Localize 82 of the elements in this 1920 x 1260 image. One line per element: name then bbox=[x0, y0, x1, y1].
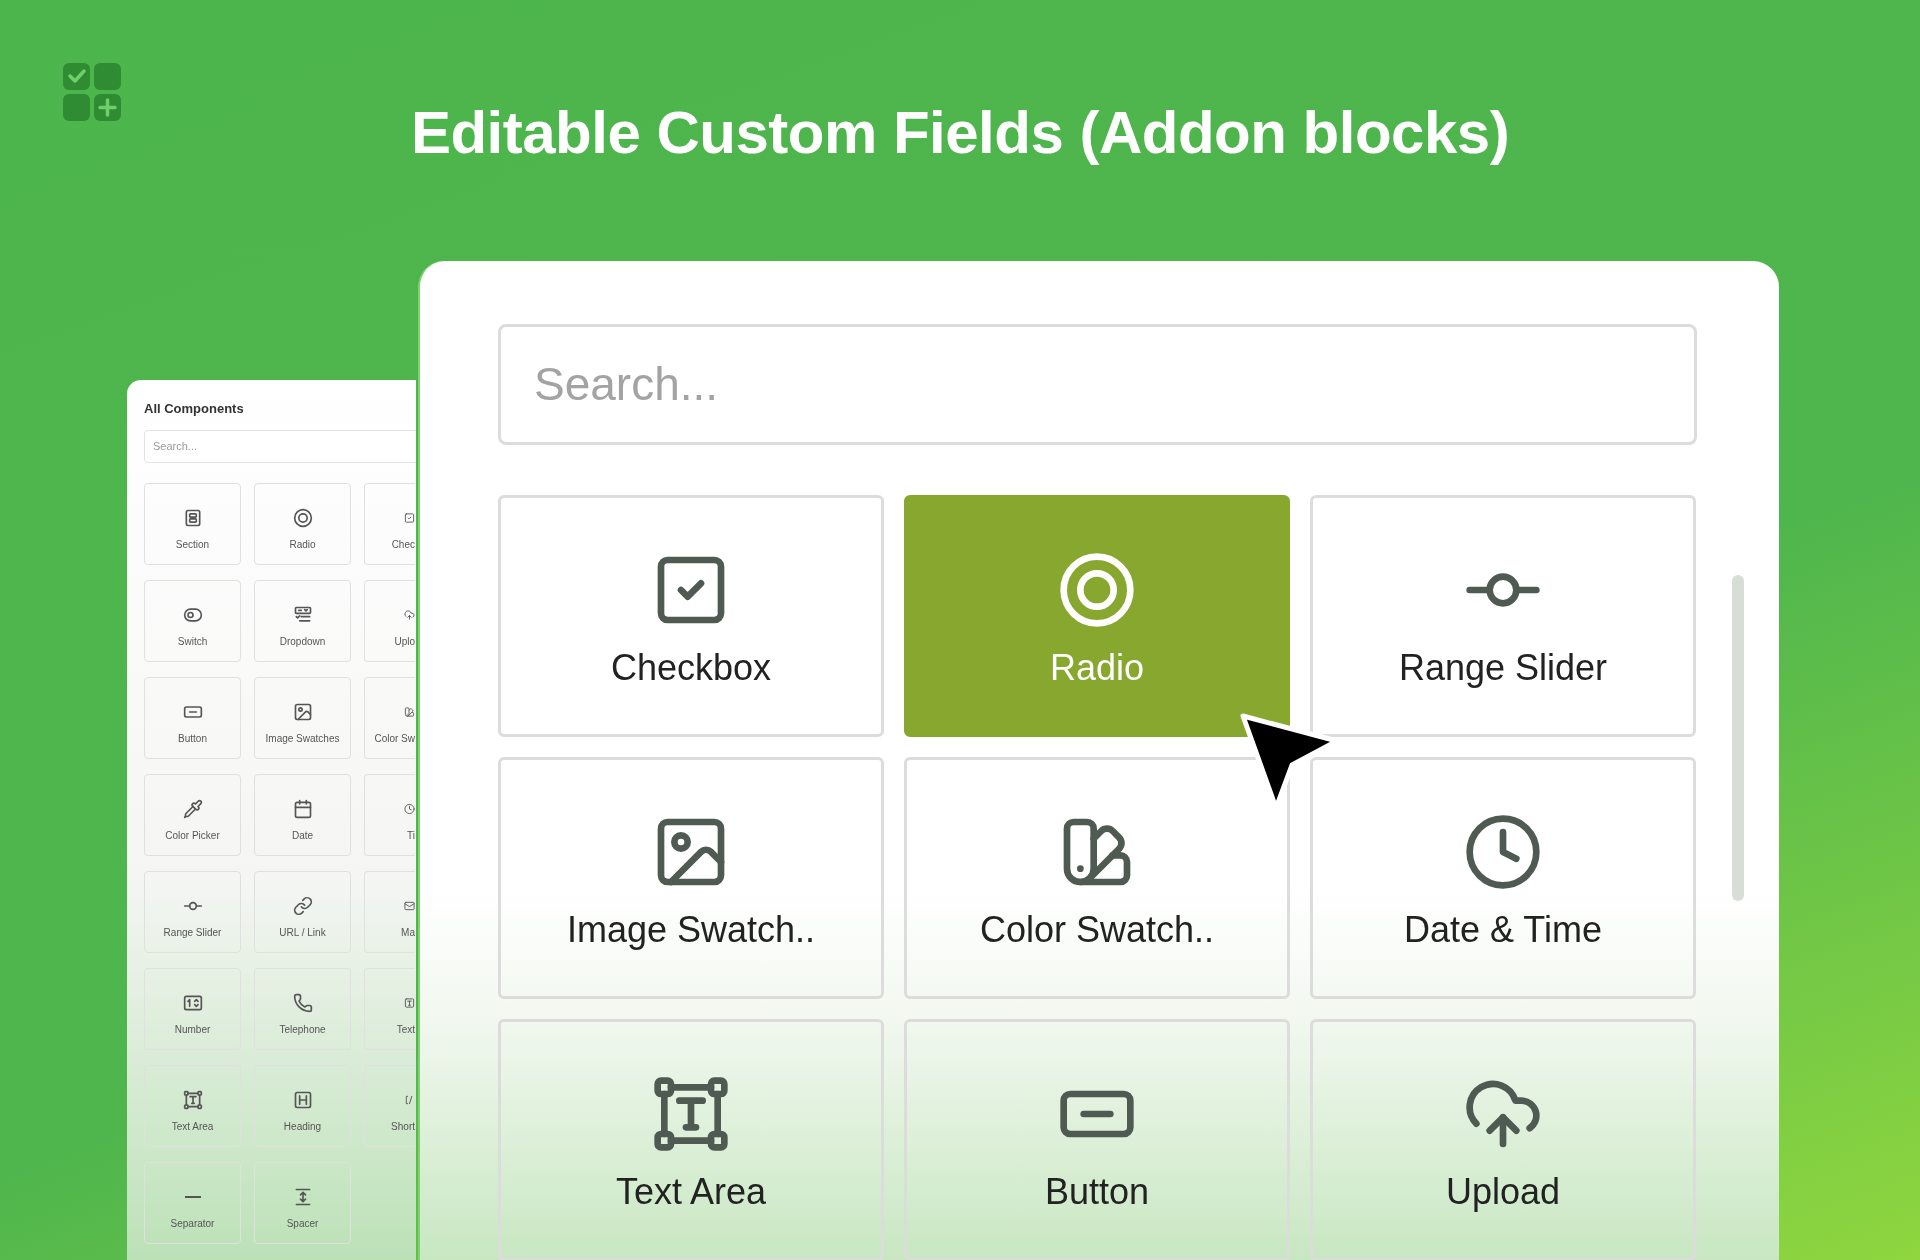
component-tile[interactable]: Short bbox=[364, 1065, 415, 1147]
component-tile[interactable]: Radio bbox=[254, 483, 351, 565]
tile-label: Upload bbox=[1445, 1170, 1561, 1214]
panel-title: All Components bbox=[144, 400, 245, 418]
component-tile[interactable]: Chec bbox=[364, 483, 415, 565]
component-tile[interactable]: Separator bbox=[144, 1162, 241, 1244]
page-title: Editable Custom Fields (Addon blocks) bbox=[410, 98, 1510, 168]
tile-label: Radio bbox=[289, 539, 316, 551]
field-tile[interactable]: Button bbox=[904, 1019, 1290, 1260]
number-icon bbox=[182, 993, 203, 1013]
field-tile[interactable]: Image Swatch.. bbox=[498, 757, 884, 999]
component-tile[interactable]: Image Swatches bbox=[254, 677, 351, 759]
component-tile[interactable]: Uplo bbox=[364, 580, 415, 662]
tile-label: Ma bbox=[401, 927, 415, 939]
component-tile[interactable]: Number bbox=[144, 968, 241, 1050]
field-tile[interactable]: Checkbox bbox=[498, 495, 884, 737]
tile-label: Text Area bbox=[615, 1170, 767, 1214]
component-tile[interactable]: URL / Link bbox=[254, 871, 351, 953]
component-tile[interactable]: Color Picker bbox=[144, 774, 241, 856]
toggle-icon bbox=[182, 605, 203, 625]
tile-label: Text Area bbox=[171, 1121, 214, 1133]
component-tile[interactable]: Section bbox=[144, 483, 241, 565]
component-tile[interactable]: Spacer bbox=[254, 1162, 351, 1244]
scrollbar[interactable] bbox=[1732, 575, 1744, 901]
radio-icon bbox=[1057, 550, 1137, 630]
component-tile[interactable]: Text Area bbox=[144, 1065, 241, 1147]
dropdown-icon bbox=[292, 605, 313, 625]
tile-label: Heading bbox=[283, 1121, 322, 1133]
tile-label: Color Picker bbox=[165, 830, 220, 842]
component-tile[interactable]: Telephone bbox=[254, 968, 351, 1050]
tile-label: Button bbox=[178, 733, 207, 745]
field-tile[interactable]: Date & Time bbox=[1310, 757, 1696, 999]
tile-label: Switch bbox=[177, 636, 208, 648]
link-icon bbox=[292, 896, 313, 916]
tile-label: Range Slider bbox=[1398, 646, 1608, 690]
component-tile[interactable]: Switch bbox=[144, 580, 241, 662]
tile-label: Uplo bbox=[394, 636, 415, 648]
tile-label: Date bbox=[291, 830, 314, 842]
tile-label: Section bbox=[175, 539, 210, 551]
component-tile[interactable]: Ti bbox=[364, 774, 415, 856]
tile-label: Telephone bbox=[279, 1024, 326, 1036]
field-tile[interactable]: Color Swatch.. bbox=[904, 757, 1290, 999]
tile-label: Radio bbox=[1049, 646, 1145, 690]
field-tile[interactable]: Text Area bbox=[498, 1019, 884, 1260]
component-tile[interactable]: Range Slider bbox=[144, 871, 241, 953]
pipette-icon bbox=[182, 799, 203, 819]
tile-label: Short bbox=[391, 1121, 415, 1133]
tile-label: Separator bbox=[170, 1218, 215, 1230]
logo-icon bbox=[63, 63, 121, 121]
phone-icon bbox=[292, 993, 313, 1013]
tile-label: Range Slider bbox=[163, 927, 222, 939]
tile-label: Number bbox=[174, 1024, 211, 1036]
tile-label: Date & Time bbox=[1403, 908, 1603, 952]
component-tile[interactable]: Date bbox=[254, 774, 351, 856]
field-tile[interactable]: Range Slider bbox=[1310, 495, 1696, 737]
tile-label: Color Swatch.. bbox=[979, 908, 1215, 952]
component-tile[interactable]: Dropdown bbox=[254, 580, 351, 662]
component-tile[interactable]: Button bbox=[144, 677, 241, 759]
tile-label: Color Sw bbox=[374, 733, 415, 745]
tile-label: Image Swatches bbox=[265, 733, 340, 745]
tile-label: Button bbox=[1044, 1170, 1150, 1214]
text-area-icon bbox=[182, 1090, 203, 1110]
tile-label: Ti bbox=[407, 830, 415, 842]
field-tile[interactable]: Upload bbox=[1310, 1019, 1696, 1260]
line-icon bbox=[184, 1196, 201, 1198]
radio-icon bbox=[292, 508, 313, 528]
calendar-icon bbox=[292, 799, 313, 819]
tile-label: Spacer bbox=[286, 1218, 319, 1230]
tile-label: Image Swatch.. bbox=[566, 908, 816, 952]
clock-icon bbox=[1463, 812, 1543, 892]
tile-label: URL / Link bbox=[279, 927, 326, 939]
tile-label: Text bbox=[396, 1024, 415, 1036]
image-icon bbox=[292, 702, 313, 722]
component-tile[interactable]: Color Sw bbox=[364, 677, 415, 759]
text-area-icon bbox=[651, 1074, 731, 1154]
tile-label: Dropdown bbox=[279, 636, 326, 648]
tile-label: Chec bbox=[391, 539, 415, 551]
component-tile[interactable]: Ma bbox=[364, 871, 415, 953]
tile-label: Checkbox bbox=[610, 646, 772, 690]
component-tile[interactable]: Text bbox=[364, 968, 415, 1050]
heading-icon bbox=[292, 1090, 313, 1110]
component-tile[interactable]: Heading bbox=[254, 1065, 351, 1147]
